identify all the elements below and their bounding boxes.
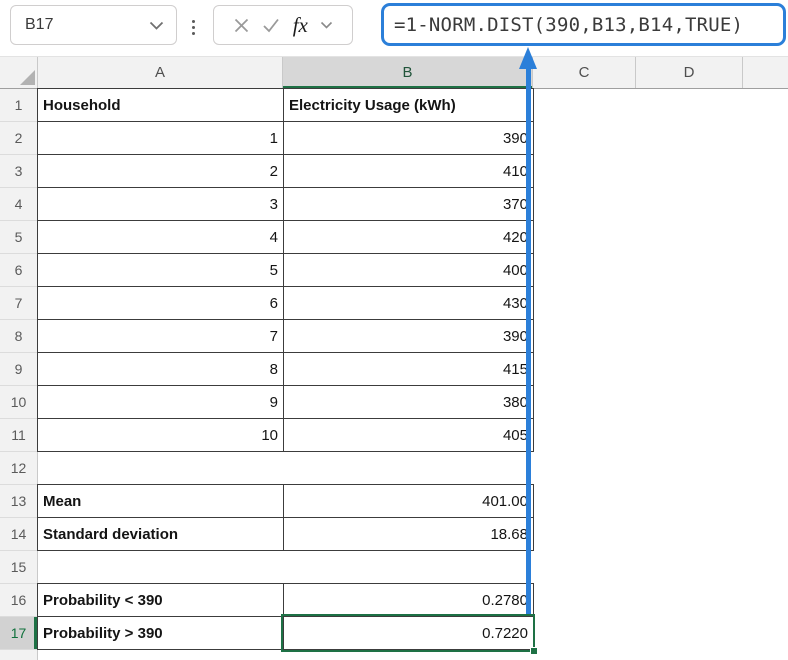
cell-B16[interactable]: 0.2780 bbox=[283, 583, 534, 617]
select-all-triangle-icon bbox=[20, 70, 35, 85]
row-header-2[interactable]: 2 bbox=[0, 122, 37, 155]
cell-A2[interactable]: 1 bbox=[37, 121, 284, 155]
cell-A7[interactable]: 6 bbox=[37, 286, 284, 320]
cell-A15[interactable] bbox=[37, 550, 284, 584]
chevron-down-icon bbox=[149, 21, 164, 30]
enter-check-icon[interactable] bbox=[262, 17, 280, 33]
cell-A14[interactable]: Standard deviation bbox=[37, 517, 284, 551]
column-header-stub[interactable] bbox=[743, 57, 788, 88]
cell-B14[interactable]: 18.68 bbox=[283, 517, 534, 551]
row-header-1[interactable]: 1 bbox=[0, 89, 37, 122]
cell-B12[interactable] bbox=[283, 451, 534, 485]
column-header-C[interactable]: C bbox=[533, 57, 636, 88]
cell-A3[interactable]: 2 bbox=[37, 154, 284, 188]
row-headers: 1 2 3 4 5 6 7 8 9 10 11 12 13 14 15 16 17 bbox=[0, 89, 38, 660]
cell-A8[interactable]: 7 bbox=[37, 319, 284, 353]
select-all-button[interactable] bbox=[0, 57, 38, 88]
cell-B13[interactable]: 401.00 bbox=[283, 484, 534, 518]
name-box-value: B17 bbox=[25, 16, 54, 33]
cell-A10[interactable]: 9 bbox=[37, 385, 284, 419]
cell-B6[interactable]: 400 bbox=[283, 253, 534, 287]
cell-A17[interactable]: Probability > 390 bbox=[37, 616, 284, 650]
formula-bar[interactable]: =1-NORM.DIST(390,B13,B14,TRUE) bbox=[381, 3, 786, 46]
cell-A12[interactable] bbox=[37, 451, 284, 485]
cell-A6[interactable]: 5 bbox=[37, 253, 284, 287]
name-box[interactable]: B17 bbox=[10, 5, 177, 45]
cell-B2[interactable]: 390 bbox=[283, 121, 534, 155]
row-header-11[interactable]: 11 bbox=[0, 419, 37, 452]
row-header-5[interactable]: 5 bbox=[0, 221, 37, 254]
row-header-8[interactable]: 8 bbox=[0, 320, 37, 353]
cell-B1[interactable]: Electricity Usage (kWh) bbox=[283, 88, 534, 122]
cell-B7[interactable]: 430 bbox=[283, 286, 534, 320]
excel-window: B17 fx =1-NORM.DIST(390,B13,B14,TRUE) A … bbox=[0, 0, 788, 660]
drag-handle-icon[interactable] bbox=[189, 13, 197, 41]
worksheet-grid: Household Electricity Usage (kWh) 1 390 2 410… bbox=[37, 88, 534, 650]
row-header-stub bbox=[0, 650, 37, 660]
column-header-D[interactable]: D bbox=[636, 57, 743, 88]
formula-controls: fx bbox=[213, 5, 353, 45]
chevron-down-icon[interactable] bbox=[320, 21, 333, 29]
row-header-12[interactable]: 12 bbox=[0, 452, 37, 485]
cell-A5[interactable]: 4 bbox=[37, 220, 284, 254]
row-header-4[interactable]: 4 bbox=[0, 188, 37, 221]
cell-A9[interactable]: 8 bbox=[37, 352, 284, 386]
formula-toolbar: B17 fx =1-NORM.DIST(390,B13,B14,TRUE) bbox=[0, 0, 788, 55]
cell-A13[interactable]: Mean bbox=[37, 484, 284, 518]
insert-function-icon[interactable]: fx bbox=[293, 14, 308, 36]
cell-A1[interactable]: Household bbox=[37, 88, 284, 122]
cell-B3[interactable]: 410 bbox=[283, 154, 534, 188]
cell-B15[interactable] bbox=[283, 550, 534, 584]
cell-B9[interactable]: 415 bbox=[283, 352, 534, 386]
cell-B17[interactable]: 0.7220 bbox=[283, 616, 534, 650]
formula-text: =1-NORM.DIST(390,B13,B14,TRUE) bbox=[394, 13, 744, 36]
column-header-B[interactable]: B bbox=[283, 57, 533, 89]
row-header-16[interactable]: 16 bbox=[0, 584, 37, 617]
cell-B5[interactable]: 420 bbox=[283, 220, 534, 254]
cancel-icon[interactable] bbox=[233, 17, 250, 34]
row-header-14[interactable]: 14 bbox=[0, 518, 37, 551]
column-headers: A B C D bbox=[0, 56, 788, 89]
cell-A4[interactable]: 3 bbox=[37, 187, 284, 221]
row-header-10[interactable]: 10 bbox=[0, 386, 37, 419]
cell-B11[interactable]: 405 bbox=[283, 418, 534, 452]
cell-B8[interactable]: 390 bbox=[283, 319, 534, 353]
row-header-6[interactable]: 6 bbox=[0, 254, 37, 287]
cell-B4[interactable]: 370 bbox=[283, 187, 534, 221]
row-header-15[interactable]: 15 bbox=[0, 551, 37, 584]
cell-A11[interactable]: 10 bbox=[37, 418, 284, 452]
cell-A16[interactable]: Probability < 390 bbox=[37, 583, 284, 617]
column-header-A[interactable]: A bbox=[38, 57, 283, 88]
row-header-13[interactable]: 13 bbox=[0, 485, 37, 518]
row-header-9[interactable]: 9 bbox=[0, 353, 37, 386]
cell-B10[interactable]: 380 bbox=[283, 385, 534, 419]
row-header-17[interactable]: 17 bbox=[0, 617, 37, 650]
row-header-7[interactable]: 7 bbox=[0, 287, 37, 320]
row-header-3[interactable]: 3 bbox=[0, 155, 37, 188]
